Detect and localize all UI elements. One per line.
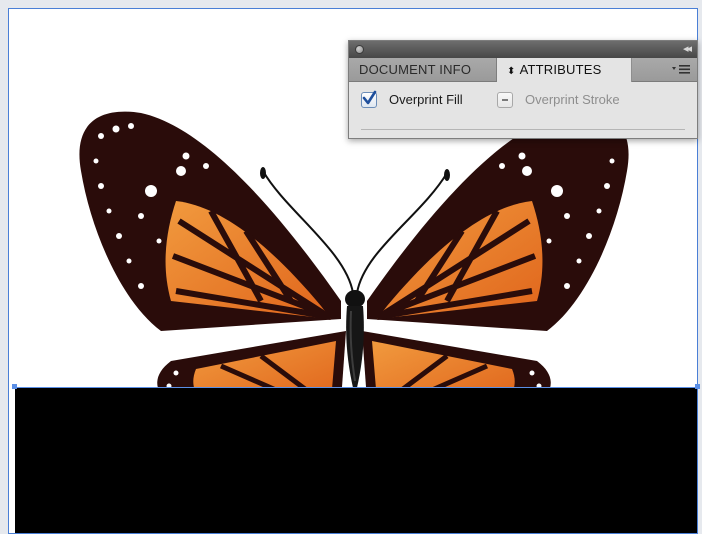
close-dot-icon[interactable] bbox=[355, 45, 364, 54]
overprint-fill-label: Overprint Fill bbox=[389, 92, 463, 107]
tab-document-info[interactable]: DOCUMENT INFO bbox=[349, 58, 497, 81]
double-chevron-left-icon[interactable]: ◂◂ bbox=[683, 42, 692, 55]
selection-handle-right[interactable] bbox=[695, 384, 700, 389]
black-rectangle[interactable] bbox=[15, 387, 697, 533]
attributes-panel: ◂◂ DOCUMENT INFO ⬍ ATTRIBUTES Overprint F… bbox=[348, 40, 698, 139]
tab-document-info-label: DOCUMENT INFO bbox=[359, 62, 472, 77]
mixed-state-icon bbox=[502, 99, 508, 101]
overprint-stroke-label: Overprint Stroke bbox=[525, 92, 620, 107]
tab-attributes-label: ATTRIBUTES bbox=[519, 62, 602, 77]
overprint-stroke-checkbox[interactable] bbox=[497, 92, 513, 108]
panel-divider bbox=[361, 129, 685, 130]
up-down-arrows-icon: ⬍ bbox=[507, 66, 516, 77]
checkmark-icon bbox=[362, 90, 377, 105]
overprint-fill-checkbox[interactable] bbox=[361, 90, 377, 108]
panel-titlebar[interactable]: ◂◂ bbox=[349, 41, 697, 58]
selection-handle-left[interactable] bbox=[12, 384, 17, 389]
panel-menu-icon[interactable] bbox=[671, 63, 691, 76]
overprint-options: Overprint Fill Overprint Stroke bbox=[349, 82, 697, 116]
tab-attributes[interactable]: ⬍ ATTRIBUTES bbox=[497, 58, 632, 82]
panel-tab-row: DOCUMENT INFO ⬍ ATTRIBUTES bbox=[349, 58, 697, 82]
